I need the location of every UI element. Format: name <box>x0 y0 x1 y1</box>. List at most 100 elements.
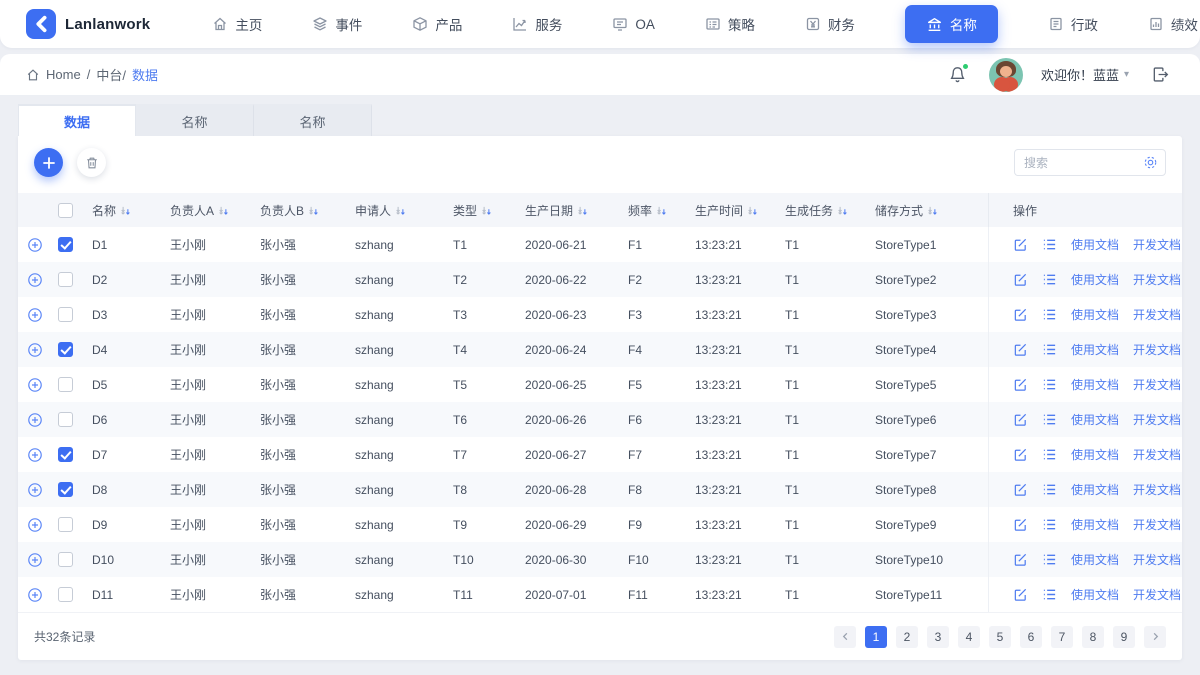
usage-doc-link[interactable]: 使用文档 <box>1071 236 1119 253</box>
row-checkbox[interactable] <box>58 377 73 392</box>
sort-icon[interactable] <box>304 205 319 216</box>
dev-doc-link[interactable]: 开发文档 <box>1133 236 1181 253</box>
nav-item-6[interactable]: 策略 <box>705 14 755 34</box>
usage-doc-link[interactable]: 使用文档 <box>1071 551 1119 568</box>
detail-list-icon[interactable] <box>1042 517 1057 532</box>
page-button-4[interactable]: 4 <box>958 625 980 648</box>
tab-1[interactable]: 数据 <box>18 104 136 136</box>
add-record-button[interactable] <box>34 148 63 177</box>
detail-list-icon[interactable] <box>1042 447 1057 462</box>
sort-icon[interactable] <box>214 205 229 216</box>
detail-list-icon[interactable] <box>1042 587 1057 602</box>
usage-doc-link[interactable]: 使用文档 <box>1071 271 1119 288</box>
next-page-button[interactable] <box>1144 625 1166 648</box>
delete-records-button[interactable] <box>77 148 106 177</box>
nav-item-8[interactable]: 名称 <box>904 5 998 43</box>
brand-logo[interactable]: Lanlanwork <box>26 9 150 39</box>
usage-doc-link[interactable]: 使用文档 <box>1071 446 1119 463</box>
sort-icon[interactable] <box>923 205 938 216</box>
detail-list-icon[interactable] <box>1042 412 1057 427</box>
row-checkbox[interactable] <box>58 587 73 602</box>
select-all-checkbox[interactable] <box>58 202 73 218</box>
edit-icon[interactable] <box>1013 307 1028 322</box>
expand-row-icon[interactable] <box>27 307 43 323</box>
sort-icon[interactable] <box>573 205 588 216</box>
dev-doc-link[interactable]: 开发文档 <box>1133 516 1181 533</box>
edit-icon[interactable] <box>1013 342 1028 357</box>
nav-item-2[interactable]: 事件 <box>312 14 362 34</box>
dev-doc-link[interactable]: 开发文档 <box>1133 376 1181 393</box>
column-header[interactable]: 名称 <box>92 202 170 219</box>
column-header[interactable]: 生成任务 <box>785 202 875 219</box>
notification-bell-icon[interactable] <box>944 61 971 88</box>
search-input[interactable] <box>1024 155 1143 170</box>
row-checkbox[interactable] <box>58 447 73 462</box>
nav-item-3[interactable]: 产品 <box>412 14 462 34</box>
breadcrumb-home[interactable]: Home <box>46 67 81 82</box>
expand-row-icon[interactable] <box>27 482 43 498</box>
page-button-3[interactable]: 3 <box>927 625 949 648</box>
row-checkbox[interactable] <box>58 517 73 532</box>
sort-icon[interactable] <box>391 205 406 216</box>
expand-row-icon[interactable] <box>27 587 43 603</box>
dev-doc-link[interactable]: 开发文档 <box>1133 271 1181 288</box>
tab-2[interactable]: 名称 <box>136 104 254 136</box>
page-button-8[interactable]: 8 <box>1082 625 1104 648</box>
edit-icon[interactable] <box>1013 552 1028 567</box>
edit-icon[interactable] <box>1013 447 1028 462</box>
detail-list-icon[interactable] <box>1042 307 1057 322</box>
page-button-2[interactable]: 2 <box>896 625 918 648</box>
expand-row-icon[interactable] <box>27 552 43 568</box>
usage-doc-link[interactable]: 使用文档 <box>1071 376 1119 393</box>
detail-list-icon[interactable] <box>1042 342 1057 357</box>
row-checkbox[interactable] <box>58 412 73 427</box>
edit-icon[interactable] <box>1013 412 1028 427</box>
column-header[interactable]: 负责人B <box>260 202 355 219</box>
dev-doc-link[interactable]: 开发文档 <box>1133 411 1181 428</box>
breadcrumb-section[interactable]: 中台/ <box>96 65 126 84</box>
column-header[interactable]: 频率 <box>628 202 695 219</box>
user-menu[interactable]: 欢迎你！蓝蓝 ▾ <box>1041 65 1129 84</box>
sort-icon[interactable] <box>833 205 848 216</box>
usage-doc-link[interactable]: 使用文档 <box>1071 341 1119 358</box>
dev-doc-link[interactable]: 开发文档 <box>1133 341 1181 358</box>
dev-doc-link[interactable]: 开发文档 <box>1133 551 1181 568</box>
detail-list-icon[interactable] <box>1042 272 1057 287</box>
page-button-1[interactable]: 1 <box>865 625 887 648</box>
sort-icon[interactable] <box>477 205 492 216</box>
edit-icon[interactable] <box>1013 377 1028 392</box>
usage-doc-link[interactable]: 使用文档 <box>1071 516 1119 533</box>
dev-doc-link[interactable]: 开发文档 <box>1133 446 1181 463</box>
expand-row-icon[interactable] <box>27 342 43 358</box>
expand-row-icon[interactable] <box>27 272 43 288</box>
row-checkbox[interactable] <box>58 342 73 357</box>
tab-3[interactable]: 名称 <box>254 104 372 136</box>
expand-row-icon[interactable] <box>27 412 43 428</box>
sort-icon[interactable] <box>743 205 758 216</box>
detail-list-icon[interactable] <box>1042 237 1057 252</box>
page-button-7[interactable]: 7 <box>1051 625 1073 648</box>
dev-doc-link[interactable]: 开发文档 <box>1133 586 1181 603</box>
column-header[interactable]: 类型 <box>453 202 525 219</box>
row-checkbox[interactable] <box>58 552 73 567</box>
edit-icon[interactable] <box>1013 272 1028 287</box>
row-checkbox[interactable] <box>58 237 73 252</box>
detail-list-icon[interactable] <box>1042 377 1057 392</box>
dev-doc-link[interactable]: 开发文档 <box>1133 481 1181 498</box>
dev-doc-link[interactable]: 开发文档 <box>1133 306 1181 323</box>
row-checkbox[interactable] <box>58 482 73 497</box>
nav-item-9[interactable]: 行政 <box>1048 14 1098 34</box>
usage-doc-link[interactable]: 使用文档 <box>1071 481 1119 498</box>
usage-doc-link[interactable]: 使用文档 <box>1071 586 1119 603</box>
edit-icon[interactable] <box>1013 482 1028 497</box>
nav-item-1[interactable]: 主页 <box>212 14 262 34</box>
page-button-6[interactable]: 6 <box>1020 625 1042 648</box>
edit-icon[interactable] <box>1013 237 1028 252</box>
page-button-5[interactable]: 5 <box>989 625 1011 648</box>
edit-icon[interactable] <box>1013 587 1028 602</box>
sort-icon[interactable] <box>116 205 131 216</box>
logout-icon[interactable] <box>1147 61 1174 88</box>
usage-doc-link[interactable]: 使用文档 <box>1071 306 1119 323</box>
edit-icon[interactable] <box>1013 517 1028 532</box>
prev-page-button[interactable] <box>834 625 856 648</box>
